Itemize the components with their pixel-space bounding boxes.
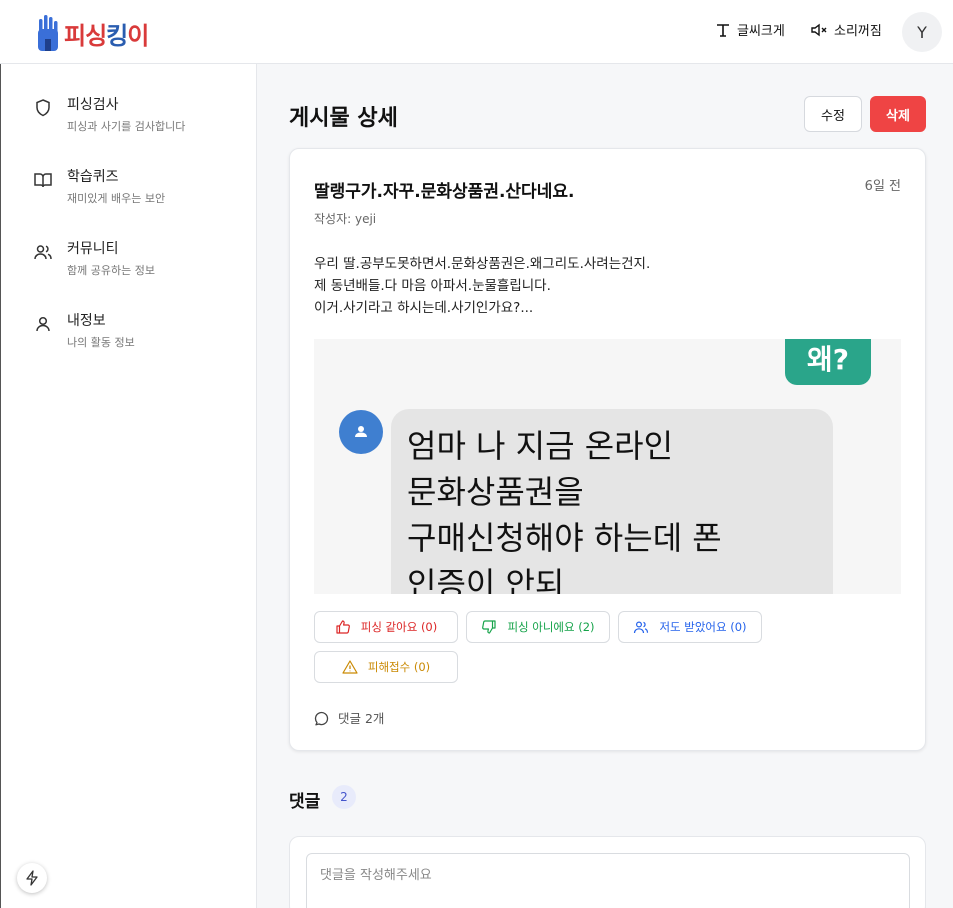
sidebar-item-title: 내정보 [67,313,106,329]
comment-form [289,836,926,908]
comments-count-badge: 2 [332,785,356,809]
message-circle-icon [314,711,329,725]
image-message-line: 구매신청해야 하는데 폰 [407,519,722,557]
delete-button[interactable]: 삭제 [870,96,926,132]
reaction-label: 피싱 같아요 (0) [360,620,438,634]
volume-mute-icon [811,23,827,36]
reaction-received-button[interactable]: 저도 받았어요 (0) [618,611,762,643]
reaction-label: 저도 받았어요 (0) [659,620,747,634]
hand-logo-icon [38,15,58,51]
mute-label: 소리꺼짐 [834,24,882,39]
font-size-button[interactable]: 글씨크게 [715,20,785,39]
sidebar-item-title: 커뮤니티 [67,241,119,257]
post-body: 우리 딸.공부도못하면서.문화상품권은.왜그리도.사려는건지. 제 동년배들.다… [314,253,650,319]
sidebar-item-subtitle: 함께 공유하는 정보 [67,264,155,277]
reaction-not-phishing-button[interactable]: 피싱 아니에요 (2) [466,611,610,643]
users-icon [34,245,52,260]
logo-text-b: 킹 [106,21,128,50]
page-title: 게시물 상세 [289,106,398,131]
sidebar-item-community[interactable]: 커뮤니티 함께 공유하는 정보 [33,238,155,278]
post-time: 6일 전 [864,179,901,194]
image-reply-bubble: 왜? [785,339,871,385]
comment-count-label: 댓글 2개 [338,711,385,726]
image-message-bubble: 엄마 나 지금 온라인 문화상품권을 구매신청해야 하는데 폰 인증이 안되 [391,409,833,594]
sidebar-item-phishing-check[interactable]: 피싱검사 피싱과 사기를 검사합니다 [33,94,185,134]
post-body-line: 제 동년배들.다 마음 아파서.눈물흘립니다. [314,278,551,294]
image-message-line: 엄마 나 지금 온라인 [407,427,674,465]
comment-input[interactable] [306,853,910,908]
user-avatar[interactable]: Y [902,12,942,52]
reaction-phishing-button[interactable]: 피싱 같아요 (0) [314,611,458,643]
shield-icon [36,99,50,117]
post-image[interactable]: 왜? 엄마 나 지금 온라인 문화상품권을 구매신청해야 하는데 폰 인증이 안… [314,339,901,594]
post-author: 작성자: yeji [314,212,377,226]
user-icon [36,316,50,332]
sidebar-item-title: 피싱검사 [67,97,119,113]
sidebar-item-quiz[interactable]: 학습퀴즈 재미있게 배우는 보안 [33,166,165,206]
image-message-line: 문화상품권을 [407,473,584,511]
image-profile-icon [339,410,383,454]
comment-count[interactable]: 댓글 2개 [314,708,384,727]
users-icon [634,621,649,634]
alert-triangle-icon [342,660,358,674]
post-body-line: 이거.사기라고 하시는데.사기인가요?... [314,300,534,316]
post-title: 딸랭구가.자꾸.문화상품권.산다네요. [314,182,575,202]
sidebar-item-my-info[interactable]: 내정보 나의 활동 정보 [33,310,135,350]
thumbs-up-icon [336,620,350,634]
image-message-line: 인증이 안되 [407,565,565,594]
thumbs-down-icon [482,620,497,634]
book-icon [34,173,52,188]
sidebar-item-subtitle: 피싱과 사기를 검사합니다 [67,120,186,133]
post-card: 딸랭구가.자꾸.문화상품권.산다네요. 6일 전 작성자: yeji 우리 딸.… [289,148,926,751]
app-header: 피싱킹이 글씨크게 소리꺼짐 Y [0,0,953,64]
edit-button[interactable]: 수정 [804,96,862,132]
font-size-label: 글씨크게 [737,24,785,39]
post-body-line: 우리 딸.공부도못하면서.문화상품권은.왜그리도.사려는건지. [314,256,651,272]
logo-text: 피싱킹이 [64,16,149,51]
comments-title: 댓글 [289,792,321,812]
mute-button[interactable]: 소리꺼짐 [810,20,882,39]
logo[interactable]: 피싱킹이 [36,14,149,52]
logo-text-a: 피싱 [64,21,107,50]
sidebar: 피싱검사 피싱과 사기를 검사합니다 학습퀴즈 재미있게 배우는 보안 커뮤니티… [0,64,257,908]
text-size-icon [717,23,729,37]
sidebar-item-subtitle: 나의 활동 정보 [67,336,135,349]
reaction-label: 피해접수 (0) [367,660,431,674]
logo-text-c: 이 [127,21,149,50]
quick-action-button[interactable] [17,863,47,893]
lightning-icon [26,870,38,886]
sidebar-item-subtitle: 재미있게 배우는 보안 [67,192,166,205]
reaction-report-button[interactable]: 피해접수 (0) [314,651,458,683]
sidebar-item-title: 학습퀴즈 [67,169,119,185]
reaction-label: 피싱 아니에요 (2) [507,620,595,634]
